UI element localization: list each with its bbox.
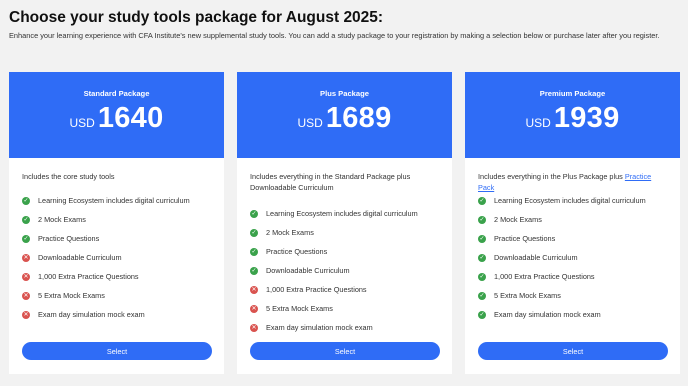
feature-item: ✓ Practice Questions (22, 229, 216, 248)
feature-item: ✕ Exam day simulation mock exam (22, 305, 216, 324)
check-circle-icon: ✓ (22, 234, 30, 243)
feature-item: ✓ Learning Ecosystem includes digital cur… (250, 204, 444, 223)
page-subtitle: Enhance your learning experience with CF… (9, 31, 660, 40)
feature-item: ✕ 1,000 Extra Practice Questions (250, 280, 444, 299)
check-circle-icon: ✓ (250, 228, 258, 237)
feature-item: ✓ 2 Mock Exams (478, 210, 672, 229)
package-name: Plus Package (320, 89, 369, 98)
feature-label: Downloadable Curriculum (38, 253, 122, 262)
feature-label: Downloadable Curriculum (494, 253, 578, 262)
check-circle-icon: ✓ (250, 247, 258, 256)
check-circle-icon: ✓ (478, 272, 486, 281)
select-plus-button[interactable]: Select (250, 342, 440, 360)
x-circle-icon: ✕ (22, 291, 30, 300)
price-amount: 1689 (325, 102, 392, 134)
feature-label: 2 Mock Exams (38, 215, 86, 224)
feature-label: Learning Ecosystem includes digital curr… (266, 209, 418, 218)
feature-item: ✓ 5 Extra Mock Exams (478, 286, 672, 305)
feature-label: Downloadable Curriculum (266, 266, 350, 275)
package-header: Standard Package USD 1640 (9, 72, 224, 158)
feature-item: ✕ Exam day simulation mock exam (250, 318, 444, 337)
feature-label: Practice Questions (266, 247, 328, 256)
feature-label: 1,000 Extra Practice Questions (494, 272, 595, 281)
check-circle-icon: ✓ (22, 196, 30, 205)
feature-item: ✕ 5 Extra Mock Exams (250, 299, 444, 318)
package-description: Includes everything in the Standard Pack… (250, 171, 440, 193)
feature-label: 1,000 Extra Practice Questions (266, 285, 367, 294)
feature-label: Practice Questions (494, 234, 556, 243)
feature-item: ✓ Learning Ecosystem includes digital cur… (22, 191, 216, 210)
package-price: USD 1689 (237, 102, 452, 135)
feature-label: Exam day simulation mock exam (494, 310, 601, 319)
feature-label: Learning Ecosystem includes digital curr… (38, 196, 190, 205)
feature-label: 5 Extra Mock Exams (494, 291, 561, 300)
feature-item: ✓ Downloadable Curriculum (250, 261, 444, 280)
package-price: USD 1640 (9, 102, 224, 135)
feature-label: 5 Extra Mock Exams (266, 304, 333, 313)
feature-label: 1,000 Extra Practice Questions (38, 272, 139, 281)
feature-list: ✓ Learning Ecosystem includes digital cur… (250, 204, 444, 337)
package-description-text: Includes everything in the Standard Pack… (250, 172, 411, 192)
check-circle-icon: ✓ (22, 215, 30, 224)
feature-list: ✓ Learning Ecosystem includes digital cur… (22, 191, 216, 324)
feature-item: ✓ 2 Mock Exams (250, 223, 444, 242)
page-title: Choose your study tools package for Augu… (9, 9, 384, 26)
feature-item: ✓ Practice Questions (250, 242, 444, 261)
price-currency: USD (297, 116, 323, 130)
feature-label: 2 Mock Exams (266, 228, 314, 237)
price-currency: USD (69, 116, 95, 130)
package-card-standard: Standard Package USD 1640 Includes the c… (9, 72, 224, 374)
feature-item: ✓ Downloadable Curriculum (478, 248, 672, 267)
price-amount: 1640 (97, 102, 164, 134)
check-circle-icon: ✓ (478, 234, 486, 243)
check-circle-icon: ✓ (478, 310, 486, 319)
feature-item: ✓ Exam day simulation mock exam (478, 305, 672, 324)
package-description: Includes everything in the Plus Package … (478, 171, 668, 193)
check-circle-icon: ✓ (478, 196, 486, 205)
package-name: Premium Package (539, 89, 606, 98)
x-circle-icon: ✕ (250, 285, 258, 294)
package-name: Standard Package (83, 89, 150, 98)
feature-item: ✓ Learning Ecosystem includes digital cur… (478, 191, 672, 210)
check-circle-icon: ✓ (478, 291, 486, 300)
feature-list: ✓ Learning Ecosystem includes digital cur… (478, 191, 672, 324)
package-description-text: Includes everything in the Plus Package … (478, 172, 623, 181)
feature-label: Practice Questions (38, 234, 100, 243)
feature-label: Exam day simulation mock exam (266, 323, 373, 332)
feature-label: Learning Ecosystem includes digital curr… (494, 196, 646, 205)
feature-label: Exam day simulation mock exam (38, 310, 145, 319)
check-circle-icon: ✓ (250, 266, 258, 275)
feature-item: ✕ 1,000 Extra Practice Questions (22, 267, 216, 286)
package-header: Plus Package USD 1689 (237, 72, 452, 158)
feature-label: 5 Extra Mock Exams (38, 291, 105, 300)
package-card-premium: Premium Package USD 1939 Includes everyt… (465, 72, 680, 374)
select-standard-button[interactable]: Select (22, 342, 212, 360)
feature-item: ✓ 2 Mock Exams (22, 210, 216, 229)
feature-item: ✕ 5 Extra Mock Exams (22, 286, 216, 305)
check-circle-icon: ✓ (478, 215, 486, 224)
x-circle-icon: ✕ (22, 272, 30, 281)
package-cards: Standard Package USD 1640 Includes the c… (9, 72, 680, 374)
package-description: Includes the core study tools (22, 171, 212, 182)
package-card-plus: Plus Package USD 1689 Includes everythin… (237, 72, 452, 374)
feature-label: 2 Mock Exams (494, 215, 542, 224)
package-description-text: Includes the core study tools (22, 172, 115, 181)
x-circle-icon: ✕ (22, 253, 30, 262)
package-header: Premium Package USD 1939 (465, 72, 680, 158)
check-circle-icon: ✓ (478, 253, 486, 262)
package-price: USD 1939 (465, 102, 680, 135)
feature-item: ✓ 1,000 Extra Practice Questions (478, 267, 672, 286)
x-circle-icon: ✕ (250, 304, 258, 313)
feature-item: ✓ Practice Questions (478, 229, 672, 248)
select-premium-button[interactable]: Select (478, 342, 668, 360)
feature-item: ✕ Downloadable Curriculum (22, 248, 216, 267)
price-amount: 1939 (553, 102, 620, 134)
check-circle-icon: ✓ (250, 209, 258, 218)
x-circle-icon: ✕ (250, 323, 258, 332)
price-currency: USD (525, 116, 551, 130)
x-circle-icon: ✕ (22, 310, 30, 319)
